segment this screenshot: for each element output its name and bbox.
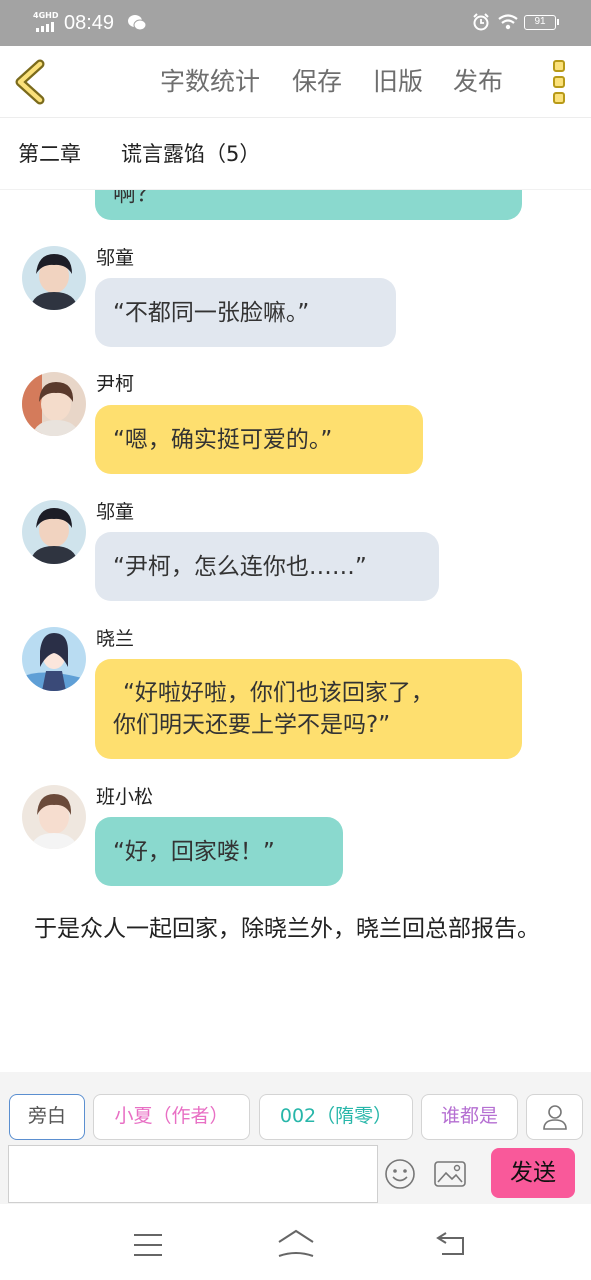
sender-name: 邬童 bbox=[96, 501, 135, 523]
chat-bubble[interactable]: “尹柯，怎么连你也……” bbox=[95, 532, 439, 601]
avatar[interactable] bbox=[22, 246, 86, 310]
role-narrator-chip[interactable]: 旁白 bbox=[9, 1094, 85, 1140]
image-icon[interactable] bbox=[433, 1160, 467, 1188]
avatar-image bbox=[22, 372, 86, 436]
save-button[interactable]: 保存 bbox=[292, 66, 342, 98]
chapter-header: 第二章 谎言露馅（5） bbox=[0, 118, 591, 190]
avatar[interactable] bbox=[22, 627, 86, 691]
role-selector: 旁白 小夏（作者） 002（隋零） 谁都是 bbox=[0, 1072, 591, 1144]
add-role-button[interactable] bbox=[526, 1094, 583, 1140]
chapter-number: 第二章 bbox=[18, 142, 81, 166]
status-bar: 4GHD 08:49 91 bbox=[0, 0, 591, 46]
avatar-image bbox=[22, 500, 86, 564]
sender-name: 晓兰 bbox=[96, 628, 135, 650]
back-button[interactable] bbox=[10, 58, 54, 106]
alarm-icon bbox=[473, 13, 489, 31]
chat-area[interactable]: 啊？ 邬童 “不都同一张脸嘛。” 尹柯 “嗯，确实挺可爱的。” 邬童 “尹柯，怎… bbox=[0, 190, 591, 1072]
wifi-icon bbox=[498, 14, 518, 30]
publish-button[interactable]: 发布 bbox=[453, 66, 503, 98]
bubble-text: “好，回家喽！” bbox=[113, 838, 275, 865]
role-anyone-chip[interactable]: 谁都是 bbox=[421, 1094, 518, 1140]
message-input[interactable] bbox=[8, 1145, 378, 1203]
narration-text[interactable]: 于是众人一起回家，除晓兰外，晓兰回总部报告。 bbox=[34, 914, 554, 944]
role-author-chip[interactable]: 小夏（作者） bbox=[93, 1094, 250, 1140]
more-vertical-icon[interactable] bbox=[544, 56, 574, 108]
person-icon bbox=[542, 1105, 567, 1130]
chat-bubble[interactable]: 啊？ bbox=[95, 190, 522, 220]
chat-bubble[interactable]: “不都同一张脸嘛。” bbox=[95, 278, 396, 347]
chat-bubble[interactable]: “好啦好啦，你们也该回家了， 你们明天还要上学不是吗?” bbox=[95, 659, 522, 759]
avatar-image bbox=[22, 785, 86, 849]
old-version-button[interactable]: 旧版 bbox=[373, 66, 423, 98]
menu-icon[interactable] bbox=[132, 1232, 164, 1258]
bubble-text: 你们明天还要上学不是吗?” bbox=[113, 712, 391, 738]
bubble-text: “尹柯，怎么连你也……” bbox=[113, 553, 367, 580]
bubble-text: “不都同一张脸嘛。” bbox=[113, 299, 310, 326]
status-time: 08:49 bbox=[64, 12, 115, 34]
chat-bubble[interactable]: “好，回家喽！” bbox=[95, 817, 343, 886]
wechat-icon bbox=[128, 15, 147, 31]
avatar[interactable] bbox=[22, 372, 86, 436]
network-type: 4GHD bbox=[33, 11, 59, 20]
sender-name: 邬童 bbox=[96, 247, 135, 269]
bubble-text: 啊？ bbox=[113, 190, 159, 207]
emoji-icon[interactable] bbox=[384, 1158, 416, 1190]
sender-name: 尹柯 bbox=[96, 373, 135, 395]
chevron-left-icon bbox=[15, 59, 45, 105]
composer: 发送 bbox=[0, 1144, 591, 1204]
editor-toolbar: 字数统计 保存 旧版 发布 bbox=[0, 46, 591, 118]
system-nav-bar bbox=[0, 1204, 591, 1280]
chapter-title[interactable]: 谎言露馅（5） bbox=[121, 140, 260, 168]
chat-bubble[interactable]: “嗯，确实挺可爱的。” bbox=[95, 405, 423, 474]
avatar-image bbox=[22, 627, 86, 691]
home-icon[interactable] bbox=[276, 1228, 316, 1260]
avatar-image bbox=[22, 246, 86, 310]
signal-icon bbox=[36, 22, 54, 32]
battery-indicator: 91 bbox=[524, 15, 559, 30]
avatar[interactable] bbox=[22, 785, 86, 849]
role-002-chip[interactable]: 002（隋零） bbox=[259, 1094, 413, 1140]
word-count-button[interactable]: 字数统计 bbox=[160, 66, 260, 98]
bubble-text: “好啦好啦，你们也该回家了， bbox=[123, 680, 434, 706]
send-button[interactable]: 发送 bbox=[491, 1148, 575, 1198]
avatar[interactable] bbox=[22, 500, 86, 564]
bubble-text: “嗯，确实挺可爱的。” bbox=[113, 426, 333, 453]
back-icon[interactable] bbox=[434, 1230, 468, 1258]
sender-name: 班小松 bbox=[96, 786, 154, 808]
